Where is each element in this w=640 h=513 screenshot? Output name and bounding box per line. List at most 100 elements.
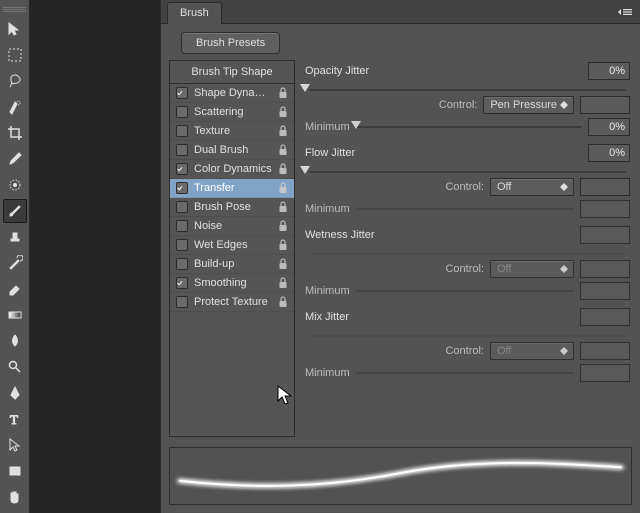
flow-control-label: Control:	[445, 181, 484, 193]
mix-control-extra	[580, 342, 630, 360]
option-brush-pose[interactable]: Brush Pose	[170, 198, 294, 217]
workspace: T Brush Brush Presets Brush Tip Shape Sh…	[0, 0, 640, 513]
panel-flyout-menu[interactable]	[616, 6, 634, 18]
option-wet-edges[interactable]: Wet Edges	[170, 236, 294, 255]
option-smoothing[interactable]: Smoothing	[170, 274, 294, 293]
lock-icon[interactable]	[278, 258, 288, 270]
opacity-minimum-value[interactable]: 0%	[588, 118, 630, 136]
checkbox-icon[interactable]	[176, 258, 188, 270]
crop-tool[interactable]	[3, 121, 27, 145]
opacity-minimum-slider[interactable]	[356, 123, 582, 131]
brush-tool[interactable]	[3, 199, 27, 223]
canvas-area	[30, 0, 160, 513]
checkbox-icon[interactable]	[176, 163, 188, 175]
mix-control-dropdown: Off	[490, 342, 574, 360]
toolstrip-grip[interactable]	[3, 7, 26, 13]
brush-tip-shape-header[interactable]: Brush Tip Shape	[170, 61, 294, 84]
opacity-jitter-slider[interactable]	[305, 82, 630, 94]
wetness-minimum-label: Minimum	[305, 285, 350, 297]
blur-tool[interactable]	[3, 329, 27, 353]
opacity-jitter-label: Opacity Jitter	[305, 65, 369, 77]
opacity-control-extra[interactable]	[580, 96, 630, 114]
opacity-control-label: Control:	[439, 99, 478, 111]
option-label: Texture	[194, 125, 272, 137]
opacity-minimum-label: Minimum	[305, 121, 350, 133]
wetness-control-extra	[580, 260, 630, 278]
flow-jitter-value[interactable]: 0%	[588, 144, 630, 162]
checkbox-icon[interactable]	[176, 296, 188, 308]
move-tool[interactable]	[3, 17, 27, 41]
option-transfer[interactable]: Transfer	[170, 179, 294, 198]
eyedropper-tool[interactable]	[3, 147, 27, 171]
option-color-dynamics[interactable]: Color Dynamics	[170, 160, 294, 179]
tab-brush[interactable]: Brush	[167, 2, 222, 24]
lock-icon[interactable]	[278, 201, 288, 213]
checkbox-icon[interactable]	[176, 87, 188, 99]
checkbox-icon[interactable]	[176, 239, 188, 251]
brush-stroke-preview	[169, 447, 632, 505]
mix-minimum-label: Minimum	[305, 367, 350, 379]
wetness-control-label: Control:	[445, 263, 484, 275]
lock-icon[interactable]	[278, 106, 288, 118]
tool-strip: T	[0, 0, 30, 513]
mix-control-label: Control:	[445, 345, 484, 357]
checkbox-icon[interactable]	[176, 201, 188, 213]
checkbox-icon[interactable]	[176, 182, 188, 194]
option-label: Brush Pose	[194, 201, 272, 213]
wetness-jitter-value	[580, 226, 630, 244]
lock-icon[interactable]	[278, 220, 288, 232]
svg-text:T: T	[10, 412, 18, 427]
option-label: Wet Edges	[194, 239, 272, 251]
quick-select-tool[interactable]	[3, 95, 27, 119]
option-label: Smoothing	[194, 277, 272, 289]
gradient-tool[interactable]	[3, 303, 27, 327]
checkbox-icon[interactable]	[176, 106, 188, 118]
lock-icon[interactable]	[278, 144, 288, 156]
checkbox-icon[interactable]	[176, 277, 188, 289]
option-protect-texture[interactable]: Protect Texture	[170, 293, 294, 312]
brush-presets-button[interactable]: Brush Presets	[181, 32, 280, 54]
option-noise[interactable]: Noise	[170, 217, 294, 236]
checkbox-icon[interactable]	[176, 125, 188, 137]
brush-panel: Brush Brush Presets Brush Tip Shape Shap…	[160, 0, 640, 513]
rectangle-tool[interactable]	[3, 459, 27, 483]
flow-control-extra[interactable]	[580, 178, 630, 196]
mix-jitter-value	[580, 308, 630, 326]
hand-tool[interactable]	[3, 485, 27, 509]
panel-body: Brush Presets Brush Tip Shape Shape Dyna…	[161, 24, 640, 513]
path-select-tool[interactable]	[3, 433, 27, 457]
history-brush-tool[interactable]	[3, 251, 27, 275]
flow-jitter-slider[interactable]	[305, 164, 630, 176]
option-dual-brush[interactable]: Dual Brush	[170, 141, 294, 160]
option-label: Noise	[194, 220, 272, 232]
mix-jitter-slider	[305, 328, 630, 340]
lock-icon[interactable]	[278, 239, 288, 251]
opacity-jitter-value[interactable]: 0%	[588, 62, 630, 80]
option-scattering[interactable]: Scattering	[170, 103, 294, 122]
brush-options-list: Brush Tip Shape Shape DynamicsScattering…	[169, 60, 295, 437]
type-tool[interactable]: T	[3, 407, 27, 431]
marquee-tool[interactable]	[3, 43, 27, 67]
lock-icon[interactable]	[278, 182, 288, 194]
option-texture[interactable]: Texture	[170, 122, 294, 141]
dodge-tool[interactable]	[3, 355, 27, 379]
wetness-jitter-slider	[305, 246, 630, 258]
lasso-tool[interactable]	[3, 69, 27, 93]
clone-stamp-tool[interactable]	[3, 225, 27, 249]
lock-icon[interactable]	[278, 87, 288, 99]
lock-icon[interactable]	[278, 125, 288, 137]
checkbox-icon[interactable]	[176, 144, 188, 156]
mix-minimum-slider	[356, 369, 574, 377]
flow-control-dropdown[interactable]: Off	[490, 178, 574, 196]
lock-icon[interactable]	[278, 296, 288, 308]
option-build-up[interactable]: Build-up	[170, 255, 294, 274]
opacity-control-dropdown[interactable]: Pen Pressure	[483, 96, 574, 114]
option-shape-dynamics[interactable]: Shape Dynamics	[170, 84, 294, 103]
lock-icon[interactable]	[278, 277, 288, 289]
eraser-tool[interactable]	[3, 277, 27, 301]
pen-tool[interactable]	[3, 381, 27, 405]
lock-icon[interactable]	[278, 163, 288, 175]
healing-brush-tool[interactable]	[3, 173, 27, 197]
checkbox-icon[interactable]	[176, 220, 188, 232]
mix-jitter-label: Mix Jitter	[305, 311, 349, 323]
